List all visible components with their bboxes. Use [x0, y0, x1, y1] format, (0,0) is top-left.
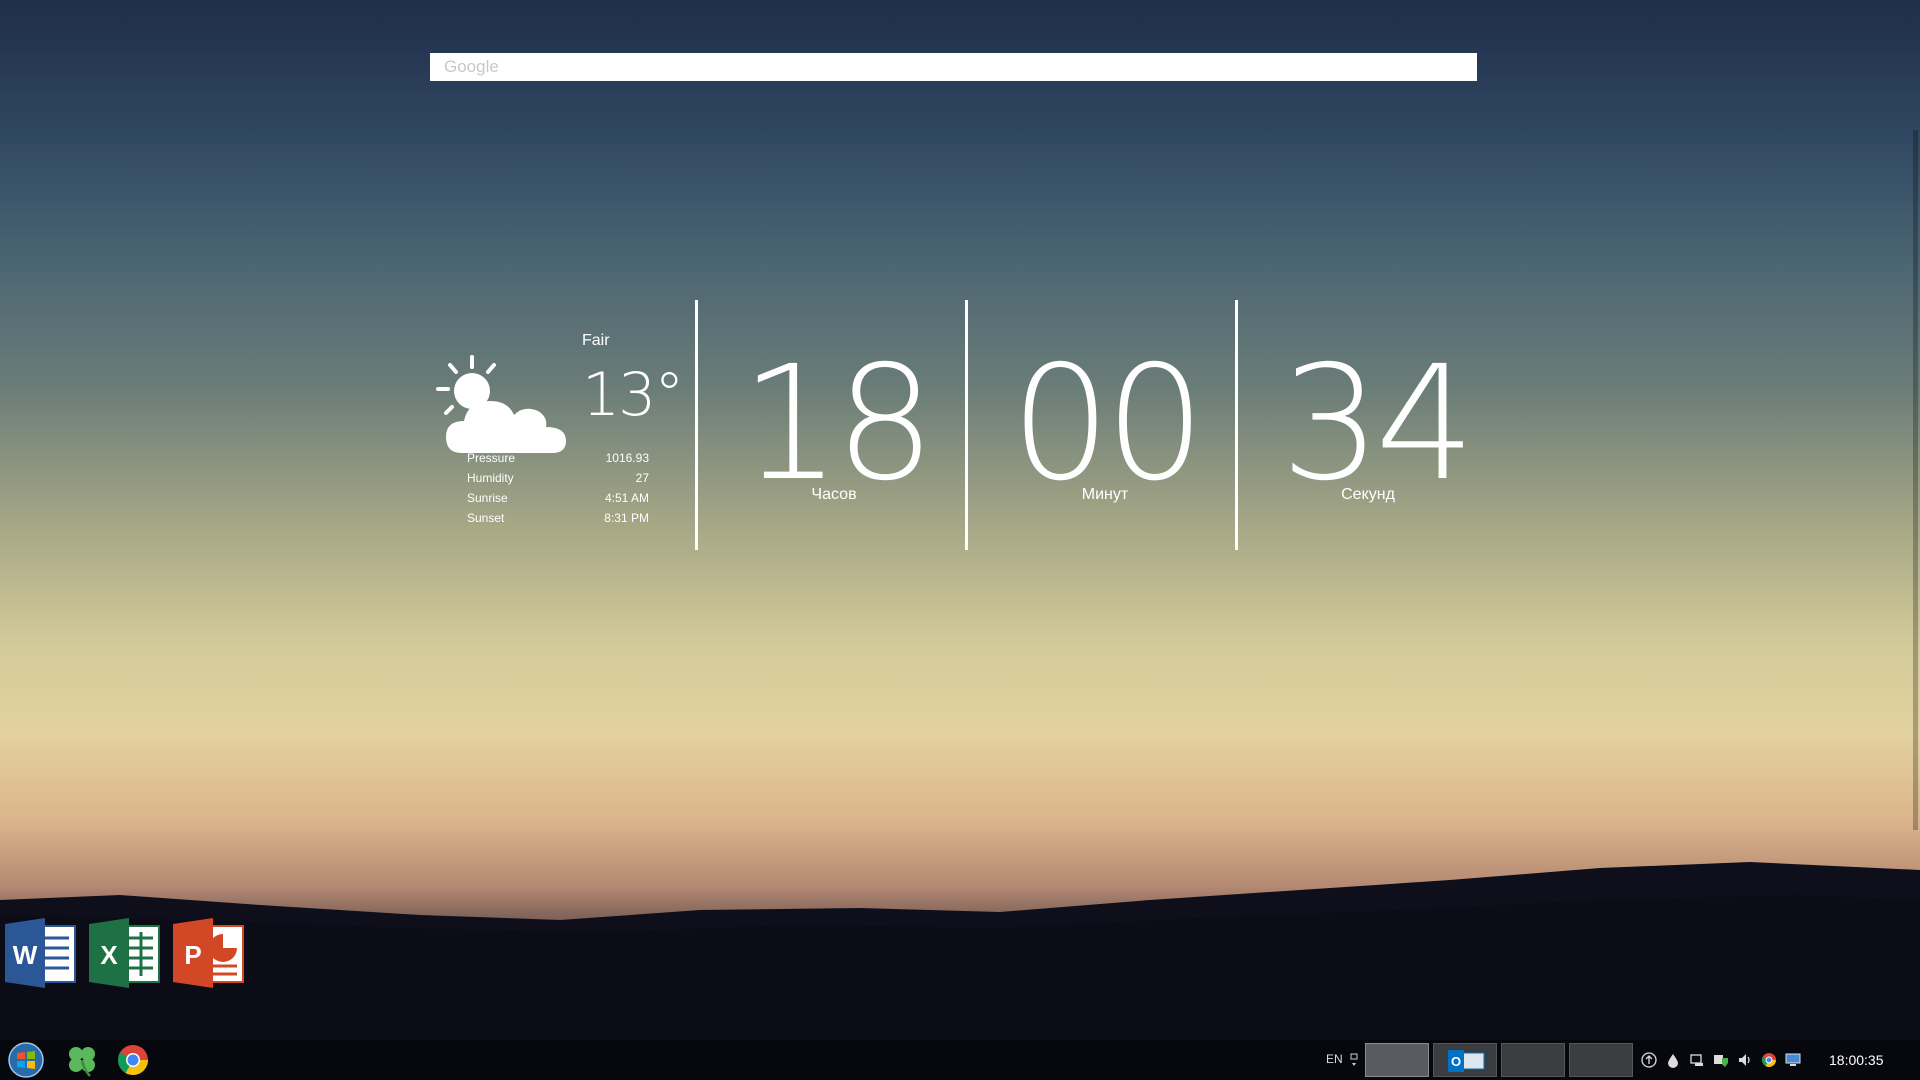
- clock-hours: 18: [740, 332, 935, 516]
- google-search-input[interactable]: [430, 53, 1477, 81]
- powerpoint-icon[interactable]: P: [173, 918, 245, 988]
- stat-row-sunrise: Sunrise 4:51 AM: [467, 488, 649, 508]
- stat-label: Sunrise: [467, 491, 508, 505]
- clock-seconds-label: Секунд: [1341, 486, 1395, 503]
- clock-hours-label: Часов: [811, 486, 857, 503]
- clock-minutes: 00: [1010, 332, 1205, 516]
- volume-icon[interactable]: [1737, 1052, 1753, 1068]
- stat-value: 27: [635, 471, 649, 485]
- clock-divider: [965, 300, 968, 550]
- taskbar-clock[interactable]: 18:00:35: [1829, 1052, 1884, 1068]
- weather-condition: Fair: [582, 332, 610, 349]
- language-indicator[interactable]: EN: [1326, 1052, 1343, 1066]
- stat-row-sunset: Sunset 8:31 PM: [467, 508, 649, 528]
- excel-letter: X: [100, 940, 118, 970]
- clock-minutes-label: Минут: [1081, 486, 1129, 503]
- language-switch-icon[interactable]: [1349, 1052, 1359, 1068]
- stat-label: Humidity: [467, 471, 514, 485]
- upload-circle-icon[interactable]: [1641, 1052, 1657, 1068]
- stat-label: Sunset: [467, 511, 505, 525]
- start-button-icon[interactable]: [6, 1042, 46, 1078]
- chrome-tray-icon[interactable]: [1761, 1052, 1777, 1068]
- taskbar-outlook-window[interactable]: O: [1433, 1043, 1497, 1077]
- powerpoint-letter: P: [184, 940, 201, 970]
- weather-widget: Fair 13° Pressure 1016.93 Humidity 27 Su…: [432, 325, 684, 535]
- excel-icon[interactable]: X: [89, 918, 161, 988]
- word-icon[interactable]: W: [5, 918, 77, 988]
- outlook-letter: O: [1451, 1054, 1461, 1069]
- clover-app-icon[interactable]: [64, 1042, 100, 1078]
- weather-stats: Pressure 1016.93 Humidity 27 Sunrise 4:5…: [467, 448, 649, 528]
- clock-divider: [1235, 300, 1238, 550]
- word-letter: W: [13, 940, 38, 970]
- stat-label: Pressure: [467, 451, 516, 465]
- taskbar: EN O 18:00:35: [0, 1040, 1920, 1080]
- chrome-icon[interactable]: [115, 1042, 151, 1078]
- stat-value: 8:31 PM: [604, 511, 649, 525]
- outlook-icon: O: [1448, 1050, 1485, 1072]
- clock-divider: [695, 300, 698, 550]
- network-icon[interactable]: [1689, 1052, 1705, 1068]
- taskbar-window-thumbnail[interactable]: [1365, 1043, 1429, 1077]
- stat-value: 1016.93: [605, 451, 649, 465]
- scrollbar[interactable]: [1913, 130, 1918, 830]
- clock-seconds: 34: [1280, 332, 1475, 516]
- stat-row-humidity: Humidity 27: [467, 468, 649, 488]
- weather-temperature: 13°: [582, 360, 684, 430]
- drop-icon[interactable]: [1665, 1052, 1681, 1068]
- taskbar-window-thumbnail[interactable]: [1569, 1043, 1633, 1077]
- taskbar-window-thumbnail[interactable]: [1501, 1043, 1565, 1077]
- stat-value: 4:51 AM: [604, 491, 649, 505]
- desktop-wallpaper: [0, 0, 1920, 1080]
- security-shield-icon[interactable]: [1713, 1052, 1729, 1068]
- monitor-icon[interactable]: [1785, 1052, 1801, 1068]
- stat-row-pressure: Pressure 1016.93: [467, 448, 649, 468]
